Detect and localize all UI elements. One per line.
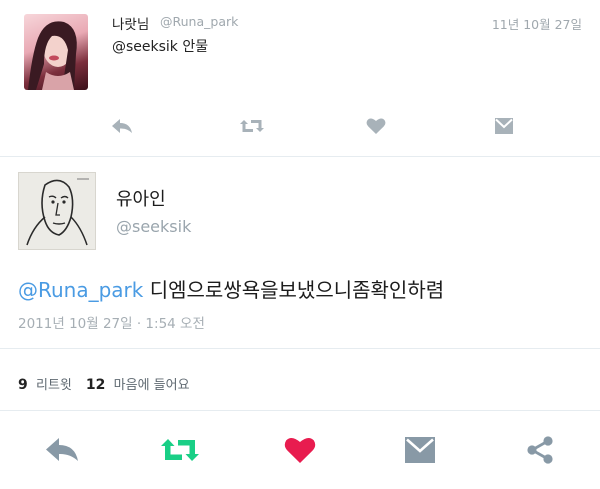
user-handle[interactable]: @seeksik: [116, 217, 191, 236]
section-divider: [0, 156, 600, 157]
reply-tweet[interactable]: 나랏님 @Runa_park 11년 10월 27일 @seeksik 안물: [0, 0, 600, 155]
retweet-count: 9: [18, 377, 28, 393]
stats-divider-bottom: [0, 410, 600, 411]
like-label: 마음에 들어요: [113, 378, 190, 393]
mention-link[interactable]: @Runa_park: [18, 278, 143, 302]
dm-button[interactable]: [398, 428, 442, 472]
tweet-body-text: 디엠으로쌍욕을보냈으니좀확인하렴: [143, 278, 445, 302]
retweet-label: 리트윗: [36, 378, 72, 393]
retweet-button[interactable]: [238, 112, 266, 140]
stats-divider-top: [0, 348, 600, 349]
avatar[interactable]: [24, 14, 88, 90]
heart-icon: [366, 118, 386, 134]
tweet-timestamp[interactable]: 2011년 10월 27일 · 1:54 오전: [18, 312, 205, 332]
envelope-icon: [495, 118, 513, 134]
like-stat[interactable]: 12 마음에 들어요: [85, 377, 190, 393]
tweet-actions: [0, 112, 600, 140]
avatar-photo: [28, 21, 77, 90]
tweet-text: @seeksik 안물: [112, 39, 209, 55]
dm-button[interactable]: [490, 112, 518, 140]
sketch-face-image: [26, 178, 89, 246]
like-count: 12: [85, 377, 106, 393]
share-icon: [527, 436, 553, 464]
retweet-icon: [240, 120, 264, 132]
avatar-sketch[interactable]: [18, 172, 96, 250]
like-button[interactable]: [362, 112, 390, 140]
retweet-icon: [161, 439, 199, 461]
retweet-stat[interactable]: 9 리트윗: [18, 377, 72, 393]
user-handle[interactable]: @Runa_park: [160, 14, 238, 29]
tweet-stats: 9 리트윗 12 마음에 들어요: [18, 374, 190, 393]
display-name[interactable]: 나랏님: [112, 13, 149, 33]
envelope-icon: [405, 437, 435, 463]
tweet-text: @Runa_park 디엠으로쌍욕을보냈으니좀확인하렴: [18, 274, 444, 303]
reply-icon: [46, 438, 78, 461]
reply-button[interactable]: [40, 428, 84, 472]
reply-button[interactable]: [108, 112, 136, 140]
tweet-actions: [0, 428, 600, 472]
display-name[interactable]: 유아인: [116, 185, 166, 211]
like-button[interactable]: [278, 428, 322, 472]
tweet-detail-screen: 나랏님 @Runa_park 11년 10월 27일 @seeksik 안물 유…: [0, 0, 600, 489]
share-button[interactable]: [518, 428, 562, 472]
retweet-button[interactable]: [158, 428, 202, 472]
heart-icon: [284, 437, 316, 463]
tweet-date: 11년 10월 27일: [491, 17, 582, 32]
reply-icon: [112, 119, 132, 133]
